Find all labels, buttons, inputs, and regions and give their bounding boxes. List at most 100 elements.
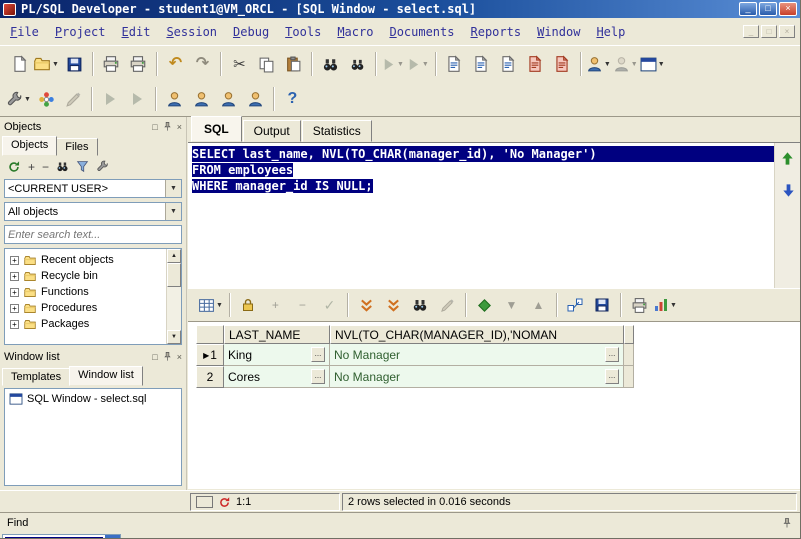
outdent-button[interactable] — [495, 51, 522, 77]
find-input-combo[interactable]: ▼ — [2, 534, 121, 538]
session-button[interactable] — [161, 86, 188, 112]
help-button[interactable]: ? — [279, 86, 306, 112]
sql-session-button[interactable] — [188, 86, 215, 112]
scroll-up-icon[interactable]: ▲ — [167, 249, 181, 263]
tab-objects[interactable]: Objects — [2, 136, 58, 156]
jobs-button[interactable]: ▼ — [613, 51, 640, 77]
object-filter-dropdown[interactable]: All objects ▼ — [4, 202, 182, 221]
cell-ellipsis-button[interactable]: ... — [605, 347, 619, 362]
tree-scrollbar[interactable]: ▲ ▼ — [166, 249, 181, 344]
pin-icon[interactable] — [162, 121, 173, 132]
execute-button[interactable]: ▼ — [381, 51, 406, 77]
table-row[interactable]: 2 Cores ... No Manager ... — [196, 366, 634, 388]
close-panel-icon[interactable]: × — [177, 122, 182, 132]
menu-edit[interactable]: Edit — [114, 25, 159, 39]
copy-button[interactable] — [253, 51, 280, 77]
tree-item-packages[interactable]: + Packages — [5, 316, 181, 332]
float-panel-icon[interactable]: □ — [152, 352, 157, 362]
pin-icon[interactable] — [162, 351, 173, 362]
find-in-results-button[interactable] — [407, 292, 434, 318]
tab-window-list[interactable]: Window list — [69, 366, 143, 386]
chevron-down-icon[interactable]: ▼ — [52, 61, 59, 68]
find-next-button[interactable] — [344, 51, 371, 77]
chevron-down-icon[interactable]: ▼ — [670, 302, 677, 309]
cell-nvl[interactable]: No Manager ... — [330, 344, 624, 366]
kill-session-button[interactable] — [549, 51, 576, 77]
paste-button[interactable] — [280, 51, 307, 77]
expand-icon[interactable]: + — [10, 271, 19, 281]
chevron-down-icon[interactable]: ▼ — [216, 302, 223, 309]
close-panel-icon[interactable]: × — [177, 352, 182, 362]
chevron-down-icon[interactable]: ▼ — [24, 96, 31, 103]
grid-view-button[interactable]: ▼ — [198, 292, 225, 318]
chevron-down-icon[interactable]: ▼ — [165, 203, 181, 220]
tree-item-recycle-bin[interactable]: + Recycle bin — [5, 268, 181, 284]
menu-file[interactable]: File — [2, 25, 47, 39]
column-header-nvl[interactable]: NVL(TO_CHAR(MANAGER_ID),'NOMAN — [330, 325, 624, 344]
scroll-down-icon[interactable]: ▼ — [167, 330, 181, 344]
print-setup-button[interactable] — [125, 51, 152, 77]
menu-help[interactable]: Help — [588, 25, 633, 39]
sort-descending-button[interactable]: ▼ — [498, 292, 525, 318]
print-button[interactable] — [98, 51, 125, 77]
cell-ellipsis-button[interactable]: ... — [311, 347, 325, 362]
refresh-icon[interactable] — [218, 496, 231, 509]
expand-icon[interactable]: + — [10, 319, 19, 329]
menu-project[interactable]: Project — [47, 25, 114, 39]
cell-last-name[interactable]: Cores ... — [224, 366, 330, 388]
fetch-all-button[interactable] — [380, 292, 407, 318]
window-list-button[interactable]: ▼ — [640, 51, 667, 77]
chevron-down-icon[interactable]: ▼ — [631, 61, 638, 68]
user-dropdown[interactable]: <CURRENT USER> ▼ — [4, 179, 182, 198]
expand-icon[interactable]: + — [10, 255, 19, 265]
menu-macro[interactable]: Macro — [329, 25, 381, 39]
macro-record-button[interactable] — [97, 86, 124, 112]
macro-play-button[interactable] — [124, 86, 151, 112]
chevron-down-icon[interactable]: ▼ — [105, 535, 120, 538]
tab-statistics[interactable]: Statistics — [301, 120, 372, 142]
linked-query-button[interactable] — [562, 292, 589, 318]
next-statement-icon[interactable] — [780, 182, 795, 197]
row-selector[interactable]: ▶ 1 — [196, 344, 224, 366]
find-button[interactable] — [317, 51, 344, 77]
indent-button[interactable] — [468, 51, 495, 77]
cell-last-name[interactable]: King ... — [224, 344, 330, 366]
print-results-button[interactable] — [626, 292, 653, 318]
pin-icon[interactable] — [781, 517, 793, 529]
export-results-button[interactable] — [589, 292, 616, 318]
settings-icon[interactable] — [96, 160, 109, 173]
search-icon[interactable] — [56, 160, 69, 173]
beautifier-button[interactable] — [60, 86, 87, 112]
chevron-down-icon[interactable]: ▼ — [165, 180, 181, 197]
lock-button[interactable] — [235, 292, 262, 318]
break-button[interactable] — [522, 51, 549, 77]
cut-button[interactable]: ✂ — [226, 51, 253, 77]
tree-item-procedures[interactable]: + Procedures — [5, 300, 181, 316]
menu-session[interactable]: Session — [158, 25, 225, 39]
chevron-down-icon[interactable]: ▼ — [422, 61, 429, 68]
cell-nvl[interactable]: No Manager ... — [330, 366, 624, 388]
menu-reports[interactable]: Reports — [462, 25, 529, 39]
title-bar[interactable]: PL/SQL Developer - student1@VM_ORCL - [S… — [0, 0, 800, 18]
menu-tools[interactable]: Tools — [277, 25, 329, 39]
edit-cell-button[interactable] — [434, 292, 461, 318]
edit-document-button[interactable] — [441, 51, 468, 77]
new-button[interactable] — [6, 51, 33, 77]
tab-sql[interactable]: SQL — [191, 116, 242, 142]
customize-button[interactable] — [33, 86, 60, 112]
refresh-icon[interactable] — [7, 160, 21, 174]
expand-icon[interactable]: + — [10, 287, 19, 297]
collapse-all-icon[interactable]: − — [42, 160, 49, 174]
table-row[interactable]: ▶ 1 King ... No Manager ... — [196, 344, 634, 366]
tab-files[interactable]: Files — [56, 138, 98, 156]
row-selector[interactable]: 2 — [196, 366, 224, 388]
restore-button[interactable]: □ — [759, 2, 777, 16]
search-input[interactable] — [4, 225, 182, 244]
sql-editor-text[interactable]: SELECT last_name, NVL(TO_CHAR(manager_id… — [188, 143, 774, 288]
float-panel-icon[interactable]: □ — [152, 122, 157, 132]
tree-item-recent-objects[interactable]: + Recent objects — [5, 252, 181, 268]
chevron-down-icon[interactable]: ▼ — [658, 61, 665, 68]
menu-documents[interactable]: Documents — [381, 25, 462, 39]
fetch-next-page-button[interactable] — [353, 292, 380, 318]
insert-row-button[interactable]: + — [262, 292, 289, 318]
